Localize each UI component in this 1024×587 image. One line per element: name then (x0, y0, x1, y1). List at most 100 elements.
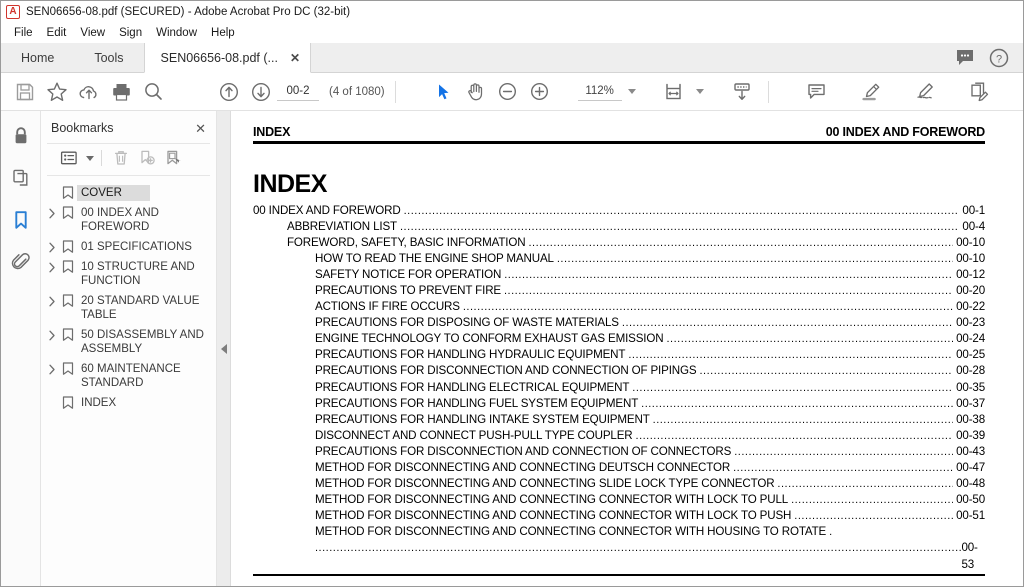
highlight-text-icon[interactable] (855, 77, 887, 107)
search-icon[interactable] (137, 77, 169, 107)
chevron-right-icon[interactable] (45, 361, 59, 375)
pdf-page: INDEX 00 INDEX AND FOREWORD INDEX 00 IND… (231, 111, 1023, 586)
chevron-right-icon[interactable] (45, 239, 59, 253)
toc-entry[interactable]: METHOD FOR DISCONNECTING AND CONNECTING … (253, 524, 985, 540)
chevron-right-icon[interactable] (45, 259, 59, 273)
cloud-upload-icon[interactable] (73, 77, 105, 107)
toc-entry[interactable]: FOREWORD, SAFETY, BASIC INFORMATION ....… (253, 235, 985, 251)
page-number-input[interactable] (277, 82, 319, 101)
page-fit-width-icon[interactable] (726, 77, 758, 107)
bookmark-item-10-structure-and-function[interactable]: 10 STRUCTURE AND FUNCTION (41, 257, 216, 291)
toc-entry[interactable]: ENGINE TECHNOLOGY TO CONFORM EXHAUST GAS… (253, 331, 985, 347)
previous-page-button[interactable] (213, 77, 245, 107)
toc-entry[interactable]: SAFETY NOTICE FOR OPERATION ............… (253, 267, 985, 283)
comment-icon[interactable] (955, 49, 975, 67)
toolbar-divider-2 (767, 80, 769, 103)
menu-window[interactable]: Window (149, 25, 204, 41)
bookmark-icon (59, 205, 77, 220)
toc-entry-label: PRECAUTIONS FOR HANDLING ELECTRICAL EQUI… (315, 380, 630, 394)
toc-entry[interactable]: PRECAUTIONS FOR HANDLING HYDRAULIC EQUIP… (253, 347, 985, 363)
toc-entry-page: 00-47 (956, 461, 985, 474)
help-icon[interactable]: ? (989, 48, 1009, 68)
add-comment-icon[interactable] (801, 77, 833, 107)
toc-entry-page: 00-50 (956, 493, 985, 507)
zoom-in-icon[interactable] (524, 77, 556, 107)
bookmark-item-20-standard-value-table[interactable]: 20 STANDARD VALUE TABLE (41, 291, 216, 325)
toc-entry[interactable]: PRECAUTIONS FOR DISPOSING OF WASTE MATER… (253, 315, 985, 331)
tab-strip: Home Tools SEN06656-08.pdf (... ✕ ? (1, 43, 1023, 73)
toc-entry[interactable]: DISCONNECT AND CONNECT PUSH-PULL TYPE CO… (253, 428, 985, 444)
bookmark-options-icon[interactable] (57, 147, 81, 169)
toc-entry[interactable]: 00 INDEX AND FOREWORD ..................… (253, 203, 985, 219)
fill-and-sign-icon[interactable] (963, 77, 995, 107)
menu-file[interactable]: File (7, 25, 40, 41)
acrobat-window: A SEN06656-08.pdf (SECURED) - Adobe Acro… (0, 0, 1024, 587)
toc-entry[interactable]: PRECAUTIONS FOR HANDLING INTAKE SYSTEM E… (253, 412, 985, 428)
bookmark-item-50-disassembly-and-assembly[interactable]: 50 DISASSEMBLY AND ASSEMBLY (41, 325, 216, 359)
workspace: Bookmarks ✕ COVER 00 INDEX AND FOREWORD … (1, 111, 1023, 586)
panel-splitter[interactable] (217, 111, 231, 586)
toc-entry[interactable]: METHOD FOR DISCONNECTING AND CONNECTING … (253, 476, 985, 492)
hand-tool-icon[interactable] (460, 77, 492, 107)
close-icon[interactable]: ✕ (290, 51, 300, 65)
star-icon[interactable] (41, 77, 73, 107)
zoom-level-input[interactable] (577, 82, 622, 101)
bookmark-item-index[interactable]: INDEX (41, 393, 216, 413)
menu-edit[interactable]: Edit (40, 25, 74, 41)
toc-leader-dots: ........................................… (556, 252, 953, 265)
bookmark-icon (59, 327, 77, 342)
document-view[interactable]: INDEX 00 INDEX AND FOREWORD INDEX 00 IND… (231, 111, 1023, 586)
collapse-panel-arrow-icon[interactable] (220, 343, 227, 354)
chevron-right-icon[interactable] (45, 293, 59, 307)
fit-page-chevron-down-icon[interactable] (695, 89, 704, 94)
toc-entry-continuation[interactable]: ........................................… (253, 540, 985, 572)
next-page-button[interactable] (245, 77, 277, 107)
toc-entry[interactable]: HOW TO READ THE ENGINE SHOP MANUAL .....… (253, 251, 985, 267)
toc-entry[interactable]: METHOD FOR DISCONNECTING AND CONNECTING … (253, 508, 985, 524)
toc-leader-dots: ........................................… (777, 478, 953, 491)
sidebar-item-bookmarks[interactable] (6, 205, 36, 235)
toc-entry[interactable]: PRECAUTIONS FOR DISCONNECTION AND CONNEC… (253, 363, 985, 379)
menu-help[interactable]: Help (204, 25, 242, 41)
toc-entry[interactable]: ABBREVIATION LIST ......................… (253, 219, 985, 235)
bookmark-item-60-maintenance-standard[interactable]: 60 MAINTENANCE STANDARD (41, 359, 216, 393)
toc-entry[interactable]: PRECAUTIONS FOR HANDLING ELECTRICAL EQUI… (253, 380, 985, 396)
toc-entry[interactable]: PRECAUTIONS FOR DISCONNECTION AND CONNEC… (253, 444, 985, 460)
toc-entry[interactable]: METHOD FOR DISCONNECTING AND CONNECTING … (253, 460, 985, 476)
toc-entry-label: METHOD FOR DISCONNECTING AND CONNECTING … (315, 509, 792, 523)
close-icon[interactable]: ✕ (195, 122, 206, 135)
toc-entry-label: PRECAUTIONS FOR DISPOSING OF WASTE MATER… (315, 316, 619, 330)
bookmark-item-01-specifications[interactable]: 01 SPECIFICATIONS (41, 237, 216, 257)
menu-view[interactable]: View (73, 25, 112, 41)
toc-entry[interactable]: PRECAUTIONS TO PREVENT FIRE ............… (253, 283, 985, 299)
chevron-right-icon[interactable] (45, 327, 59, 341)
new-bookmark-icon[interactable] (135, 147, 159, 169)
chevron-right-icon[interactable] (45, 205, 59, 219)
toc-entry[interactable]: ACTIONS IF FIRE OCCURS .................… (253, 299, 985, 315)
sidebar-item-security[interactable] (6, 121, 36, 151)
sidebar-item-page-thumbnails[interactable] (6, 163, 36, 193)
bookmark-options-chevron-down-icon[interactable] (86, 155, 94, 161)
save-icon[interactable] (9, 77, 41, 107)
fit-page-icon[interactable] (658, 77, 690, 107)
tab-home[interactable]: Home (1, 43, 75, 72)
bookmark-icon (59, 185, 77, 200)
tab-document[interactable]: SEN06656-08.pdf (... ✕ (143, 43, 312, 73)
print-icon[interactable] (105, 77, 137, 107)
delete-bookmark-icon[interactable] (109, 147, 133, 169)
menu-sign[interactable]: Sign (112, 25, 149, 41)
zoom-out-icon[interactable] (492, 77, 524, 107)
bookmark-item-cover[interactable]: COVER (41, 183, 216, 203)
zoom-dropdown-chevron-down-icon[interactable] (627, 89, 636, 94)
toc-entry[interactable]: METHOD FOR DISCONNECTING AND CONNECTING … (253, 492, 985, 508)
main-toolbar: (4 of 1080) (1, 73, 1023, 111)
draw-freehand-icon[interactable] (909, 77, 941, 107)
expand-bookmark-icon[interactable] (161, 147, 185, 169)
tab-tools[interactable]: Tools (74, 43, 144, 72)
bookmark-item-00-index-and-foreword[interactable]: 00 INDEX AND FOREWORD (41, 203, 216, 237)
select-cursor-icon[interactable] (428, 77, 460, 107)
sidebar-item-attachments[interactable] (6, 247, 36, 277)
toc-entry[interactable]: PRECAUTIONS FOR HANDLING FUEL SYSTEM EQU… (253, 396, 985, 412)
bookmarks-panel-header: Bookmarks ✕ (41, 111, 216, 143)
toc-entry-label: METHOD FOR DISCONNECTING AND CONNECTING … (315, 493, 789, 507)
